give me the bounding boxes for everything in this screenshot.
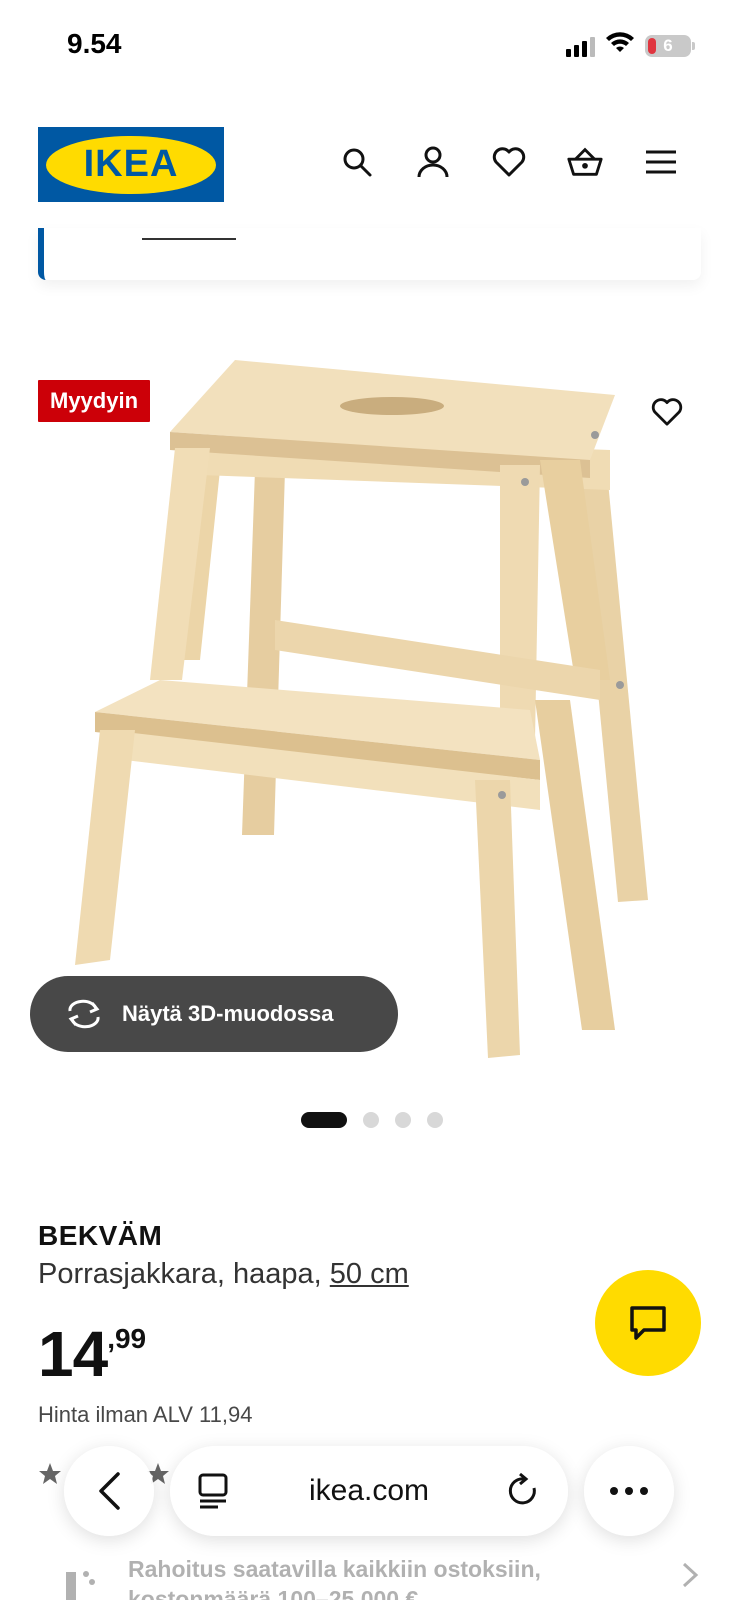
- carousel-dot[interactable]: [427, 1112, 443, 1128]
- wifi-icon: [605, 32, 635, 59]
- browser-more-button[interactable]: [584, 1446, 674, 1536]
- view-3d-label: Näytä 3D-muodossa: [122, 1001, 334, 1026]
- battery-level: 6: [663, 35, 673, 55]
- more-icon: [610, 1487, 648, 1495]
- status-bar: 9.54 6: [0, 0, 739, 95]
- browser-toolbar: ikea.com: [0, 1440, 739, 1540]
- financing-line1: Rahoitus saatavilla kaikkiin ostoksiin,: [128, 1556, 541, 1582]
- product-price: 14 ,99: [38, 1322, 146, 1386]
- add-to-favourites-button[interactable]: [647, 392, 687, 432]
- product-image[interactable]: [70, 340, 670, 1080]
- heart-icon[interactable]: [490, 143, 528, 181]
- price-integer: 14: [38, 1318, 108, 1390]
- account-icon[interactable]: [414, 143, 452, 181]
- financing-text: Rahoitus saatavilla kaikkiin ostoksiin, k…: [128, 1554, 541, 1600]
- image-carousel-indicator: [301, 1112, 443, 1128]
- price-decimal: ,99: [107, 1323, 147, 1354]
- site-header: IKEA: [0, 95, 739, 240]
- chat-icon: [630, 1306, 666, 1340]
- menu-icon[interactable]: [642, 143, 680, 181]
- signal-icon: [566, 35, 595, 57]
- search-icon[interactable]: [338, 143, 376, 181]
- product-type: Porrasjakkara, haapa,: [38, 1258, 330, 1290]
- heart-icon: [651, 398, 683, 426]
- battery-icon: 6: [645, 34, 695, 57]
- financing-icon: [66, 1571, 95, 1600]
- financing-line2: kostonmäärä 100–25 000 €: [128, 1586, 419, 1600]
- price-without-vat: Hinta ilman ALV 11,94: [38, 1402, 253, 1427]
- financing-banner[interactable]: Rahoitus saatavilla kaikkiin ostoksiin, k…: [60, 1552, 700, 1600]
- chevron-left-icon: [99, 1472, 120, 1510]
- cart-icon[interactable]: [566, 143, 604, 181]
- address-bar[interactable]: ikea.com: [170, 1446, 568, 1536]
- browser-back-button[interactable]: [64, 1446, 154, 1536]
- size-link[interactable]: 50 cm: [330, 1258, 409, 1290]
- status-time: 9.54: [67, 28, 122, 59]
- carousel-dot[interactable]: [301, 1112, 347, 1128]
- carousel-dot[interactable]: [363, 1112, 379, 1128]
- product-media: Myydyin Näytä 3D-muodossa: [0, 330, 739, 1090]
- header-icons: [338, 143, 680, 181]
- notice-card[interactable]: [38, 228, 701, 280]
- product-name: BEKVÄM: [38, 1220, 163, 1251]
- logo-text: IKEA: [83, 143, 179, 185]
- status-icons: 6: [566, 32, 695, 59]
- chat-button[interactable]: [595, 1270, 701, 1376]
- rotate-3d-icon: [68, 999, 100, 1029]
- view-3d-button[interactable]: Näytä 3D-muodossa: [30, 976, 398, 1052]
- chevron-right-icon: [682, 1562, 699, 1588]
- carousel-dot[interactable]: [395, 1112, 411, 1128]
- product-description: Porrasjakkara, haapa, 50 cm: [38, 1258, 409, 1291]
- ikea-logo[interactable]: IKEA: [38, 127, 224, 202]
- notice-link-underline: [142, 238, 236, 240]
- bestseller-badge: Myydyin: [38, 380, 151, 422]
- reload-icon[interactable]: [506, 1472, 542, 1510]
